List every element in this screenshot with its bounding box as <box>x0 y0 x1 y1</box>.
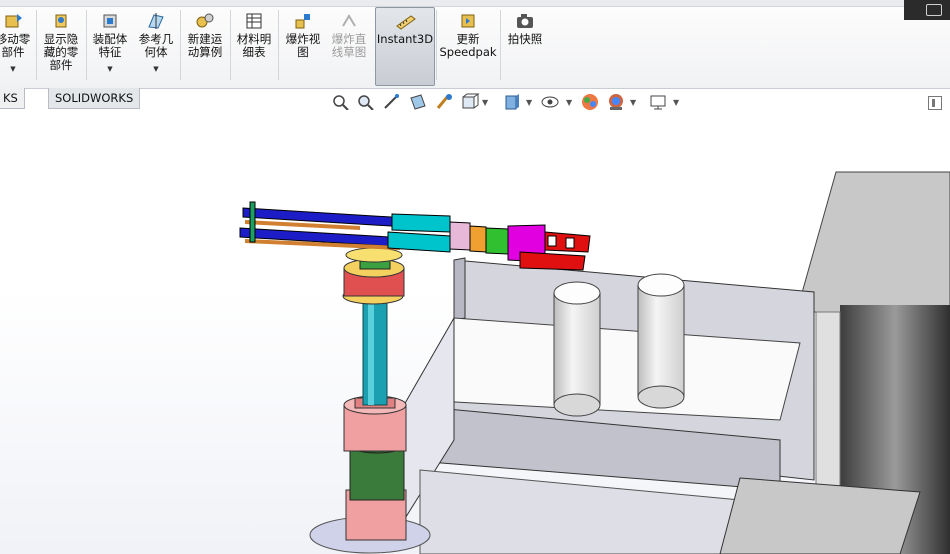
chevron-down-icon[interactable]: ▼ <box>673 98 679 107</box>
move-component-icon <box>3 12 23 30</box>
hide-show-items-icon[interactable] <box>540 92 560 112</box>
ribbon-separator <box>36 10 37 80</box>
graphics-area[interactable] <box>0 110 950 554</box>
ribbon-separator <box>436 10 437 80</box>
display-style-icon[interactable] <box>502 92 522 112</box>
tab-solidworks-mbd[interactable]: SOLIDWORKS MBD <box>48 88 141 125</box>
instant3d-button[interactable]: Instant3D <box>375 7 435 86</box>
view-settings-icon[interactable] <box>648 92 668 112</box>
assembly-features-label: 装配体 特征 <box>92 32 128 59</box>
chevron-down-icon[interactable]: ▼ <box>482 98 488 107</box>
dynamic-annotation-views-icon[interactable] <box>434 92 454 112</box>
section-view-icon[interactable] <box>408 92 428 112</box>
show-hidden-components-label: 显示隐 藏的零 部件 <box>43 32 79 72</box>
reference-geometry-button[interactable]: 参考几 何体 ▼ <box>134 8 178 84</box>
zoom-to-fit-icon[interactable] <box>330 92 350 112</box>
bill-of-materials-button[interactable]: 材料明 细表 <box>232 8 276 84</box>
keyboard-indicator[interactable] <box>904 0 950 20</box>
exploded-view-button[interactable]: 爆炸视 图 <box>280 8 326 84</box>
edit-appearance-icon[interactable] <box>580 92 600 112</box>
chevron-down-icon[interactable]: ▼ <box>630 98 636 107</box>
explode-line-sketch-label: 爆炸直 线草图 <box>331 32 367 59</box>
robot-column <box>362 299 388 406</box>
keyboard-icon <box>926 4 942 16</box>
explode-line-sketch-button[interactable]: 爆炸直 线草图 <box>326 8 372 84</box>
show-hidden-components-button[interactable]: 显示隐 藏的零 部件 <box>38 8 84 84</box>
reference-geometry-label: 参考几 何体 <box>138 32 174 59</box>
bill-of-materials-label: 材料明 细表 <box>236 32 272 59</box>
cylinder-part-left <box>553 281 601 417</box>
exploded-view-icon <box>293 12 313 30</box>
zoom-to-area-icon[interactable] <box>355 92 375 112</box>
snapshot-camera-icon <box>515 12 535 30</box>
chevron-down-icon[interactable]: ▼ <box>0 63 34 76</box>
ribbon-separator <box>278 10 279 80</box>
chevron-down-icon[interactable]: ▼ <box>88 63 132 76</box>
tab-ks-addins[interactable]: KS 插件 <box>0 88 25 145</box>
update-speedpak-button[interactable]: 更新 Speedpak <box>438 8 498 84</box>
cylinder-part-right <box>637 273 685 409</box>
command-manager-ribbon: 移动零 部件 ▼ 显示隐 藏的零 部件 装配体 特征 ▼ 参考几 何体 ▼ 新建… <box>0 0 950 89</box>
bill-of-materials-icon <box>244 12 264 30</box>
instant3d-icon <box>395 12 416 30</box>
new-motion-study-icon <box>195 12 215 30</box>
task-pane-toggle[interactable] <box>928 96 942 110</box>
robot-arm <box>239 201 509 255</box>
snapshot-button[interactable]: 拍快照 <box>502 8 548 84</box>
chevron-down-icon[interactable]: ▼ <box>566 98 572 107</box>
ribbon-separator <box>500 10 501 80</box>
assembly-features-icon <box>100 12 120 30</box>
new-motion-study-button[interactable]: 新建运 动算例 <box>182 8 228 84</box>
ribbon-top-strip <box>0 0 950 7</box>
show-hidden-components-icon <box>51 12 71 30</box>
view-orientation-icon[interactable] <box>460 92 480 112</box>
chevron-down-icon[interactable]: ▼ <box>526 98 532 107</box>
ribbon-separator <box>86 10 87 80</box>
explode-line-sketch-icon <box>339 12 359 30</box>
instant3d-label: Instant3D <box>376 32 434 46</box>
previous-view-icon[interactable] <box>382 92 402 112</box>
move-component-label: 移动零 部件 <box>0 32 31 59</box>
assembly-features-button[interactable]: 装配体 特征 ▼ <box>88 8 132 84</box>
shoulder-joint <box>342 247 405 305</box>
apply-scene-icon[interactable] <box>606 92 626 112</box>
ribbon-separator <box>180 10 181 80</box>
reference-geometry-icon <box>146 12 166 30</box>
ribbon-separator <box>230 10 231 80</box>
snapshot-label: 拍快照 <box>507 32 543 46</box>
update-speedpak-icon <box>458 12 478 30</box>
exploded-view-label: 爆炸视 图 <box>285 32 321 59</box>
assembly-3d-model[interactable] <box>0 110 950 554</box>
new-motion-study-label: 新建运 动算例 <box>187 32 223 59</box>
update-speedpak-label: 更新 Speedpak <box>439 32 497 59</box>
move-component-button[interactable]: 移动零 部件 ▼ <box>0 8 34 84</box>
gripper <box>507 224 591 271</box>
chevron-down-icon[interactable]: ▼ <box>134 63 178 76</box>
